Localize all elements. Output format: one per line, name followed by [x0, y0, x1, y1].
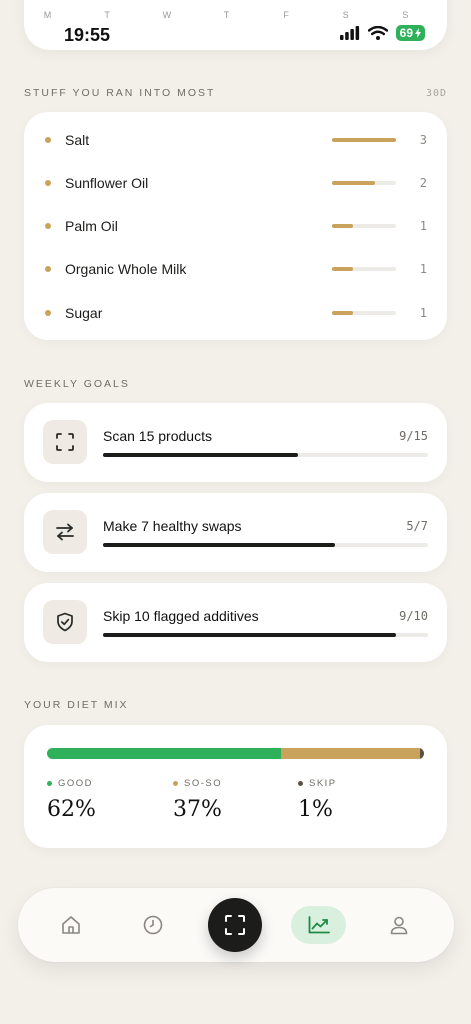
goal-progress-count: 9/15	[399, 429, 428, 443]
ingredient-count: 3	[419, 133, 427, 147]
goal-progress-bar	[103, 543, 428, 547]
ingredients-card: Salt 3 Sunflower Oil 2 Palm Oil 1 Organi…	[24, 112, 447, 340]
frequency-bar-fill	[332, 138, 396, 142]
status-time: 19:55	[64, 25, 111, 45]
scan-icon	[225, 915, 245, 935]
diet-mix-segment-soso	[280, 748, 421, 759]
goal-title: Make 7 healthy swaps	[103, 518, 242, 534]
legend-dot-icon	[173, 781, 178, 786]
nav-stats[interactable]	[291, 906, 346, 944]
bullet-dot-icon	[45, 223, 51, 229]
bullet-dot-icon	[45, 310, 51, 316]
list-item[interactable]: Sunflower Oil 2	[24, 172, 447, 194]
profile-icon	[390, 916, 408, 935]
ingredient-name: Sugar	[65, 305, 103, 321]
home-icon	[62, 916, 80, 934]
weekday-label: T	[223, 10, 231, 20]
ingredient-name: Sunflower Oil	[65, 175, 149, 191]
goal-progress-count: 9/10	[399, 609, 428, 623]
goal-progress-fill	[103, 453, 298, 457]
battery-level: 69	[399, 26, 413, 40]
weekday-label: S	[342, 10, 350, 20]
goal-icon-tile	[43, 510, 87, 554]
ingredient-count: 1	[419, 306, 427, 320]
shield-check-icon	[57, 612, 73, 632]
weekday-label: W	[162, 10, 173, 20]
soso-percent: 37%	[173, 797, 222, 822]
weekday-label: S	[402, 10, 410, 20]
frequency-bar-fill	[332, 181, 375, 185]
weekday-label: M	[43, 10, 53, 20]
ingredient-name: Organic Whole Milk	[65, 261, 187, 277]
wifi-icon	[367, 26, 388, 40]
goal-progress-bar	[103, 453, 428, 457]
status-icons: 69	[339, 25, 425, 41]
diet-mix-segment-skip	[420, 748, 424, 759]
goal-card[interactable]: Make 7 healthy swaps 5/7	[24, 493, 447, 572]
ingredient-name: Palm Oil	[65, 218, 118, 234]
ingredient-count: 2	[419, 176, 427, 190]
ingredients-section-title: STUFF YOU RAN INTO MOST	[24, 87, 216, 99]
legend-dot-icon	[298, 781, 303, 786]
scan-button[interactable]	[208, 898, 262, 952]
diet-mix-bar	[47, 748, 424, 759]
bullet-dot-icon	[45, 266, 51, 272]
legend-soso: SO-SO	[173, 778, 222, 789]
legend-label: SO-SO	[184, 778, 223, 789]
legend-label: SKIP	[309, 778, 337, 789]
goal-title: Skip 10 flagged additives	[103, 608, 259, 624]
ingredient-count: 1	[419, 262, 427, 276]
frequency-bar-fill	[332, 224, 354, 228]
nav-profile[interactable]	[381, 907, 417, 943]
frequency-bar	[332, 181, 396, 185]
history-clock-icon	[143, 915, 163, 935]
frequency-bar-fill	[332, 267, 354, 271]
nav-history[interactable]	[135, 907, 171, 943]
frequency-bar	[332, 224, 396, 228]
nav-home[interactable]	[53, 907, 89, 943]
ingredient-count: 1	[419, 219, 427, 233]
charging-bolt-icon	[415, 28, 421, 38]
good-percent: 62%	[47, 797, 96, 822]
list-item[interactable]: Organic Whole Milk 1	[24, 258, 447, 280]
goal-progress-fill	[103, 543, 336, 547]
week-day-strip: M T W T F S S	[42, 10, 412, 20]
stats-chart-icon	[308, 916, 330, 934]
battery-indicator: 69	[395, 25, 425, 41]
scan-frame-icon	[56, 433, 74, 451]
bottom-nav	[18, 888, 454, 962]
weekday-label: F	[283, 10, 290, 20]
goal-title: Scan 15 products	[103, 428, 212, 444]
diet-mix-segment-good	[47, 748, 281, 759]
goal-card[interactable]: Scan 15 products 9/15	[24, 403, 447, 482]
frequency-bar	[332, 311, 396, 315]
weekday-label: T	[104, 10, 111, 20]
bullet-dot-icon	[45, 137, 51, 143]
goal-icon-tile	[43, 420, 87, 464]
skip-percent: 1%	[298, 797, 333, 822]
range-label[interactable]: 30D	[426, 88, 447, 99]
bullet-dot-icon	[45, 180, 51, 186]
goal-progress-bar	[103, 633, 428, 637]
list-item[interactable]: Sugar 1	[24, 302, 447, 324]
cellular-signal-icon	[339, 26, 359, 40]
legend-dot-icon	[47, 781, 52, 786]
goals-section-title: WEEKLY GOALS	[24, 378, 130, 390]
goal-progress-count: 5/7	[406, 519, 428, 533]
goal-icon-tile	[43, 600, 87, 644]
list-item[interactable]: Palm Oil 1	[24, 215, 447, 237]
goal-progress-fill	[103, 633, 396, 637]
frequency-bar	[332, 138, 396, 142]
ingredient-name: Salt	[65, 132, 90, 148]
legend-label: GOOD	[58, 778, 94, 789]
diet-mix-card: GOOD 62% SO-SO 37% SKIP 1%	[24, 725, 447, 848]
frequency-bar-fill	[332, 311, 354, 315]
swap-arrows-icon	[56, 523, 74, 541]
goal-card[interactable]: Skip 10 flagged additives 9/10	[24, 583, 447, 662]
legend-skip: SKIP	[298, 778, 337, 789]
legend-good: GOOD	[47, 778, 93, 789]
frequency-bar	[332, 267, 396, 271]
list-item[interactable]: Salt 3	[24, 129, 447, 151]
diet-mix-section-title: YOUR DIET MIX	[24, 699, 129, 711]
